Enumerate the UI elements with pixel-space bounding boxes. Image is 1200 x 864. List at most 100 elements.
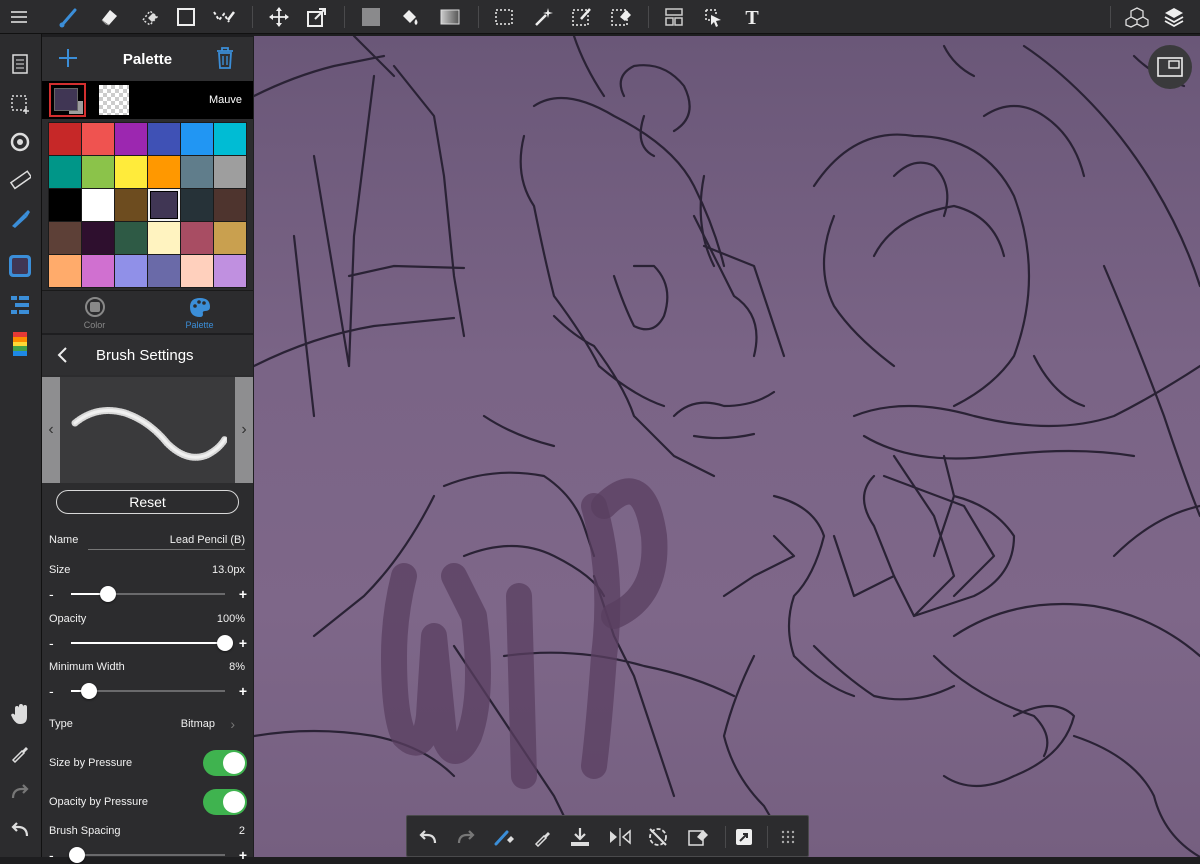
snap-rotate-icon[interactable] (6, 128, 34, 156)
quick-redo-icon[interactable] (453, 824, 479, 850)
transparent-swatch[interactable] (99, 85, 129, 115)
color-swatch[interactable] (49, 189, 81, 221)
redo-icon[interactable] (6, 778, 34, 806)
color-swatch[interactable] (82, 222, 114, 254)
minwidth-slider[interactable]: - + (49, 682, 247, 700)
name-field[interactable]: Lead Pencil (B) (88, 534, 245, 550)
color-swatch[interactable] (148, 123, 180, 155)
size-pressure-toggle[interactable] (203, 750, 247, 776)
navigator-button[interactable] (1148, 45, 1192, 89)
opacity-pressure-toggle[interactable] (203, 789, 247, 815)
move-tool-icon[interactable] (266, 4, 292, 30)
reset-button[interactable]: Reset (56, 490, 239, 514)
quick-save-icon[interactable] (567, 824, 593, 850)
color-swatch[interactable] (214, 156, 246, 188)
menu-icon[interactable] (6, 4, 32, 30)
color-swatch[interactable] (49, 255, 81, 287)
color-swatch[interactable] (49, 123, 81, 155)
color-swatch[interactable] (82, 255, 114, 287)
opacity-slider-knob[interactable] (217, 635, 233, 651)
quick-clear-selection-icon[interactable] (685, 824, 711, 850)
quick-brush-icon[interactable] (491, 824, 517, 850)
quick-more-icon[interactable] (775, 824, 801, 850)
quick-undo-icon[interactable] (415, 824, 441, 850)
spacing-minus-button[interactable]: - (49, 846, 54, 864)
magic-wand-icon[interactable] (530, 4, 556, 30)
back-chevron-icon[interactable] (56, 346, 70, 369)
quick-rotate-reset-icon[interactable] (645, 824, 671, 850)
color-swatch[interactable] (82, 123, 114, 155)
color-swatch[interactable] (82, 156, 114, 188)
color-swatch[interactable] (148, 255, 180, 287)
color-swatch[interactable] (115, 255, 147, 287)
spacing-slider[interactable]: - + (49, 846, 247, 864)
operation-tool-icon[interactable] (700, 4, 726, 30)
fill-color-icon[interactable] (358, 4, 384, 30)
size-slider[interactable]: - + (49, 585, 247, 603)
current-color-swatch[interactable] (49, 83, 86, 117)
color-swatch[interactable] (148, 156, 180, 188)
color-swatch[interactable] (148, 189, 180, 221)
transform-tool-icon[interactable] (304, 4, 330, 30)
select-pen-icon[interactable] (569, 4, 595, 30)
hand-tool-icon[interactable] (6, 700, 34, 728)
color-swatch[interactable] (82, 189, 114, 221)
minwidth-minus-button[interactable]: - (49, 682, 54, 700)
drawing-canvas[interactable] (254, 36, 1200, 857)
color-swatch[interactable] (214, 255, 246, 287)
color-swatch[interactable] (49, 222, 81, 254)
next-brush-icon[interactable]: › (235, 377, 253, 483)
layers-icon[interactable] (1161, 4, 1187, 30)
opacity-slider[interactable]: - + (49, 634, 247, 652)
color-swatch[interactable] (49, 156, 81, 188)
frame-divider-icon[interactable] (661, 4, 687, 30)
size-minus-button[interactable]: - (49, 585, 54, 603)
brush-tool-icon[interactable] (56, 4, 82, 30)
color-swatch[interactable] (214, 123, 246, 155)
quick-action-icon[interactable] (731, 824, 757, 850)
color-swatch[interactable] (181, 222, 213, 254)
color-swatch[interactable] (115, 123, 147, 155)
color-swatch[interactable] (181, 255, 213, 287)
type-row[interactable]: Type Bitmap › (42, 716, 253, 732)
color-swatch[interactable] (115, 222, 147, 254)
color-swatch[interactable] (115, 156, 147, 188)
gradient-tool-icon[interactable] (437, 4, 463, 30)
bucket-tool-icon[interactable] (397, 4, 423, 30)
color-swatch[interactable] (181, 123, 213, 155)
spacing-plus-button[interactable]: + (239, 846, 247, 864)
color-swatch[interactable] (148, 222, 180, 254)
opacity-minus-button[interactable]: - (49, 634, 54, 652)
tab-palette[interactable]: Palette (147, 293, 252, 333)
color-swatch[interactable] (214, 222, 246, 254)
color-panel-icon[interactable] (6, 252, 34, 280)
tab-color[interactable]: Color (42, 293, 147, 333)
layer-list-icon[interactable] (6, 290, 34, 318)
text-tool-icon[interactable]: T (739, 4, 765, 30)
prev-brush-icon[interactable]: ‹ (42, 377, 60, 483)
ruler-icon[interactable] (6, 166, 34, 194)
eraser-tool-icon[interactable] (96, 4, 122, 30)
trash-icon[interactable] (214, 46, 236, 75)
color-swatch[interactable] (181, 189, 213, 221)
quick-eyedropper-icon[interactable] (530, 824, 556, 850)
edit-line-tool-icon[interactable] (211, 4, 237, 30)
pages-icon[interactable] (6, 50, 34, 78)
brush-settings-icon[interactable] (6, 204, 34, 232)
size-slider-knob[interactable] (99, 586, 116, 602)
eyedropper-icon[interactable] (6, 739, 34, 767)
3d-materials-icon[interactable] (1124, 4, 1150, 30)
opacity-plus-button[interactable]: + (239, 634, 247, 652)
material-icon[interactable] (6, 330, 34, 358)
color-swatch[interactable] (214, 189, 246, 221)
quick-flip-icon[interactable] (607, 824, 633, 850)
size-plus-button[interactable]: + (239, 585, 247, 603)
minwidth-plus-button[interactable]: + (239, 682, 247, 700)
minwidth-slider-knob[interactable] (81, 683, 98, 699)
spacing-slider-knob[interactable] (69, 847, 86, 863)
select-eraser-icon[interactable] (608, 4, 634, 30)
shape-tool-icon[interactable] (173, 4, 199, 30)
undo-icon[interactable] (6, 816, 34, 844)
color-swatch[interactable] (115, 189, 147, 221)
select-rect-icon[interactable] (491, 4, 517, 30)
